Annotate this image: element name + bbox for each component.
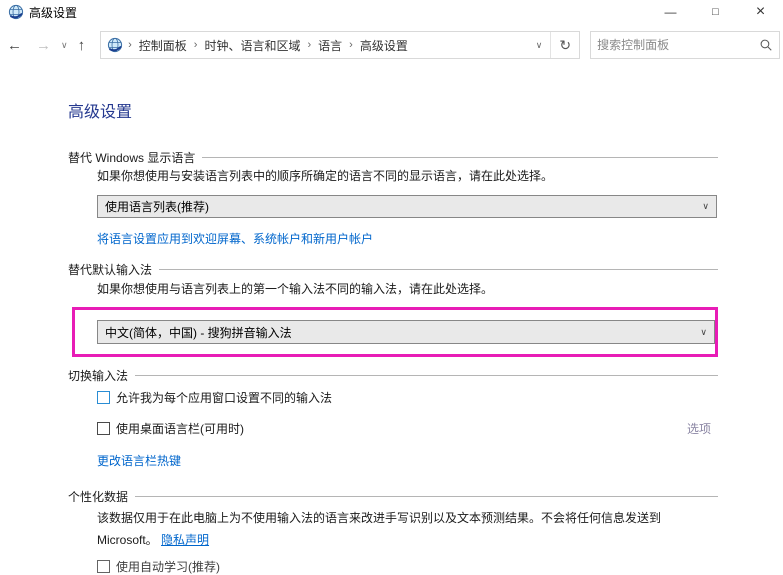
- chevron-down-icon: ∨: [700, 326, 707, 337]
- window-title: 高级设置: [29, 5, 78, 20]
- language-bar-row: 使用桌面语言栏(可用时) 选项: [97, 420, 711, 437]
- section-divider: [135, 375, 718, 376]
- section-divider: [202, 157, 718, 158]
- section-title: 个性化数据: [68, 490, 129, 504]
- section-title: 替代默认输入法: [68, 263, 153, 277]
- section-switching-input-methods: 切换输入法: [68, 368, 718, 383]
- desktop-language-bar-checkbox-row[interactable]: 使用桌面语言栏(可用时): [97, 421, 244, 436]
- display-language-dropdown[interactable]: 使用语言列表(推荐) ∨: [97, 195, 717, 218]
- personalization-description-line1: 该数据仅用于在此电脑上为不使用输入法的语言来改进手写识别以及文本预测结果。不会将…: [97, 511, 662, 525]
- search-icon[interactable]: [759, 38, 773, 52]
- checkbox-unchecked-icon[interactable]: [97, 560, 110, 573]
- breadcrumb-advanced-settings[interactable]: 高级设置: [354, 37, 414, 54]
- checkbox-unchecked-icon[interactable]: [97, 391, 110, 404]
- breadcrumb-clock-language-region[interactable]: 时钟、语言和区域: [198, 37, 306, 54]
- section-divider: [159, 269, 718, 270]
- page-title: 高级设置: [68, 104, 133, 121]
- language-globe-icon: [107, 37, 123, 53]
- display-language-description: 如果你想使用与安装语言列表中的顺序所确定的语言不同的显示语言，请在此处选择。: [97, 169, 554, 183]
- options-link[interactable]: 选项: [687, 420, 711, 437]
- annotation-highlight-box: 中文(简体，中国) - 搜狗拼音输入法 ∨: [72, 307, 718, 357]
- breadcrumb-control-panel[interactable]: 控制面板: [133, 37, 193, 54]
- recent-pages-chevron-icon[interactable]: ∨: [58, 40, 71, 51]
- default-input-method-dropdown[interactable]: 中文(简体，中国) - 搜狗拼音输入法 ∨: [97, 320, 715, 344]
- section-default-input-method: 替代默认输入法: [68, 262, 718, 277]
- default-input-method-description: 如果你想使用与语言列表上的第一个输入法不同的输入法，请在此处选择。: [97, 282, 494, 296]
- section-display-language: 替代 Windows 显示语言: [68, 150, 718, 165]
- title-bar: 高级设置 — □ ×: [0, 0, 783, 24]
- breadcrumb-language[interactable]: 语言: [312, 37, 348, 54]
- personalization-description-line2: Microsoft。 隐私声明: [97, 529, 718, 551]
- minimize-button[interactable]: —: [648, 0, 693, 24]
- microsoft-text: Microsoft。: [97, 533, 158, 547]
- checkbox-label: 使用桌面语言栏(可用时): [116, 422, 244, 436]
- search-box: [590, 31, 781, 59]
- automatic-learning-checkbox-row[interactable]: 使用自动学习(推荐): [97, 558, 718, 575]
- search-input[interactable]: [597, 38, 760, 52]
- section-title: 切换输入法: [68, 369, 129, 383]
- checkbox-label: 允许我为每个应用窗口设置不同的输入法: [116, 391, 333, 405]
- checkbox-unchecked-icon[interactable]: [97, 422, 110, 435]
- privacy-statement-link[interactable]: 隐私声明: [161, 533, 209, 547]
- forward-button[interactable]: →: [29, 37, 58, 54]
- checkbox-label: 使用自动学习(推荐): [116, 560, 220, 574]
- change-language-bar-hotkeys-link[interactable]: 更改语言栏热键: [97, 452, 181, 468]
- main-content: 高级设置 替代 Windows 显示语言 如果你想使用与安装语言列表中的顺序所确…: [68, 90, 718, 575]
- section-title: 替代 Windows 显示语言: [68, 151, 196, 165]
- window-controls: — □ ×: [648, 0, 783, 24]
- section-divider: [135, 496, 718, 497]
- apply-language-settings-link[interactable]: 将语言设置应用到欢迎屏幕、系统帐户和新用户帐户: [97, 230, 373, 246]
- refresh-icon[interactable]: ↻: [550, 32, 579, 58]
- up-button[interactable]: ↑: [71, 37, 93, 54]
- language-globe-icon: [8, 4, 24, 20]
- dropdown-value: 使用语言列表(推荐): [105, 200, 209, 214]
- navigation-bar: ← → ∨ ↑ › 控制面板 › 时钟、语言和区域 › 语言 › 高级设置 ∨ …: [0, 30, 783, 60]
- address-history-chevron-icon[interactable]: ∨: [528, 40, 551, 51]
- maximize-button[interactable]: □: [693, 0, 738, 24]
- personalization-description: 该数据仅用于在此电脑上为不使用输入法的语言来改进手写识别以及文本预测结果。不会将…: [97, 507, 718, 551]
- back-button[interactable]: ←: [0, 37, 29, 54]
- address-bar[interactable]: › 控制面板 › 时钟、语言和区域 › 语言 › 高级设置 ∨ ↻: [100, 31, 581, 59]
- section-personalization-data: 个性化数据: [68, 489, 718, 504]
- per-app-input-method-checkbox-row[interactable]: 允许我为每个应用窗口设置不同的输入法: [97, 390, 718, 405]
- dropdown-value: 中文(简体，中国) - 搜狗拼音输入法: [105, 325, 292, 340]
- close-button[interactable]: ×: [738, 0, 783, 24]
- chevron-down-icon: ∨: [702, 201, 709, 211]
